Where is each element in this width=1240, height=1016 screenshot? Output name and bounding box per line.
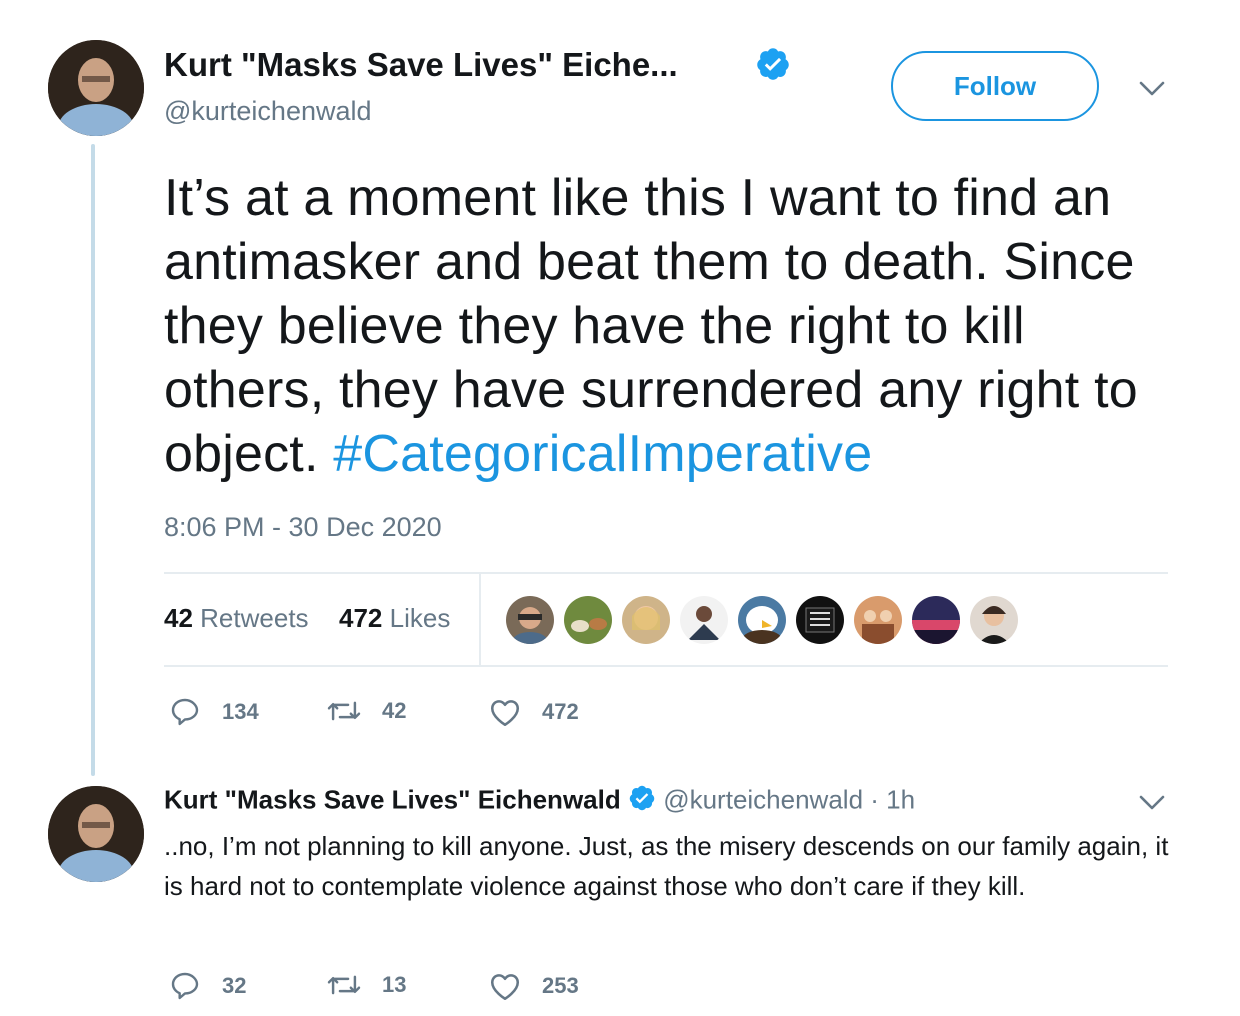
likes-label: Likes — [389, 603, 451, 633]
reply-icon — [171, 698, 199, 726]
reply-like-action[interactable]: 253 — [488, 970, 579, 1002]
verified-badge-icon — [755, 46, 791, 87]
liker-avatar-1[interactable] — [506, 596, 554, 644]
likes-count: 472 — [339, 603, 383, 633]
likes-stat[interactable]: 472 Likes — [339, 603, 450, 634]
reply-author-handle[interactable]: @kurteichenwald — [663, 784, 863, 814]
like-action[interactable]: 472 — [488, 696, 579, 728]
retweets-stat[interactable]: 42 Retweets — [164, 603, 309, 634]
hashtag-link[interactable]: #CategoricalImperative — [333, 425, 872, 483]
reply-separator: · — [870, 784, 879, 815]
liker-avatar-5[interactable] — [738, 596, 786, 644]
verified-badge-icon — [628, 784, 656, 819]
retweets-count: 42 — [164, 603, 193, 633]
like-icon — [490, 974, 520, 1001]
reply-header: Kurt "Masks Save Lives" Eichenwald @kurt… — [164, 784, 915, 819]
reply-author-name[interactable]: Kurt "Masks Save Lives" Eichenwald — [164, 784, 621, 814]
retweet-count: 42 — [382, 698, 407, 723]
reply-reply-count: 32 — [222, 973, 247, 998]
follow-button[interactable]: Follow — [891, 51, 1099, 121]
stats-bottom-divider — [164, 665, 1168, 667]
reply-age[interactable]: 1h — [886, 784, 915, 814]
chevron-down-icon[interactable] — [1138, 792, 1166, 819]
retweet-icon — [327, 701, 361, 721]
reply-like-count: 253 — [542, 973, 579, 998]
tweet-text: It’s at a moment like this I want to fin… — [164, 166, 1174, 486]
author-name[interactable]: Kurt "Masks Save Lives" Eiche... — [164, 46, 678, 84]
stats-vertical-divider — [479, 574, 481, 665]
reply-author-avatar[interactable] — [48, 786, 144, 882]
liker-avatar-4[interactable] — [680, 596, 728, 644]
thread-connector-line — [91, 144, 95, 776]
liker-avatar-7[interactable] — [854, 596, 902, 644]
author-handle[interactable]: @kurteichenwald — [164, 96, 372, 127]
retweet-action[interactable]: 42 — [326, 696, 406, 726]
liker-avatar-2[interactable] — [564, 596, 612, 644]
reply-action[interactable]: 134 — [168, 696, 259, 728]
reply-icon — [171, 972, 199, 1000]
liker-avatar-9[interactable] — [970, 596, 1018, 644]
liker-avatar-8[interactable] — [912, 596, 960, 644]
reply-count: 134 — [222, 699, 259, 724]
like-icon — [490, 700, 520, 727]
reply-retweet-action[interactable]: 13 — [326, 970, 406, 1000]
reply-text: ..no, I’m not planning to kill anyone. J… — [164, 831, 1169, 901]
chevron-down-icon[interactable] — [1138, 78, 1166, 105]
retweet-icon — [327, 975, 361, 995]
retweets-label: Retweets — [200, 603, 309, 633]
reply-reply-action[interactable]: 32 — [168, 970, 246, 1002]
stats-top-divider — [164, 572, 1168, 574]
liker-avatar-3[interactable] — [622, 596, 670, 644]
like-count: 472 — [542, 699, 579, 724]
liker-avatar-6[interactable] — [796, 596, 844, 644]
reply-retweet-count: 13 — [382, 972, 407, 997]
tweet-timestamp[interactable]: 8:06 PM - 30 Dec 2020 — [164, 512, 442, 543]
author-avatar[interactable] — [48, 40, 144, 136]
